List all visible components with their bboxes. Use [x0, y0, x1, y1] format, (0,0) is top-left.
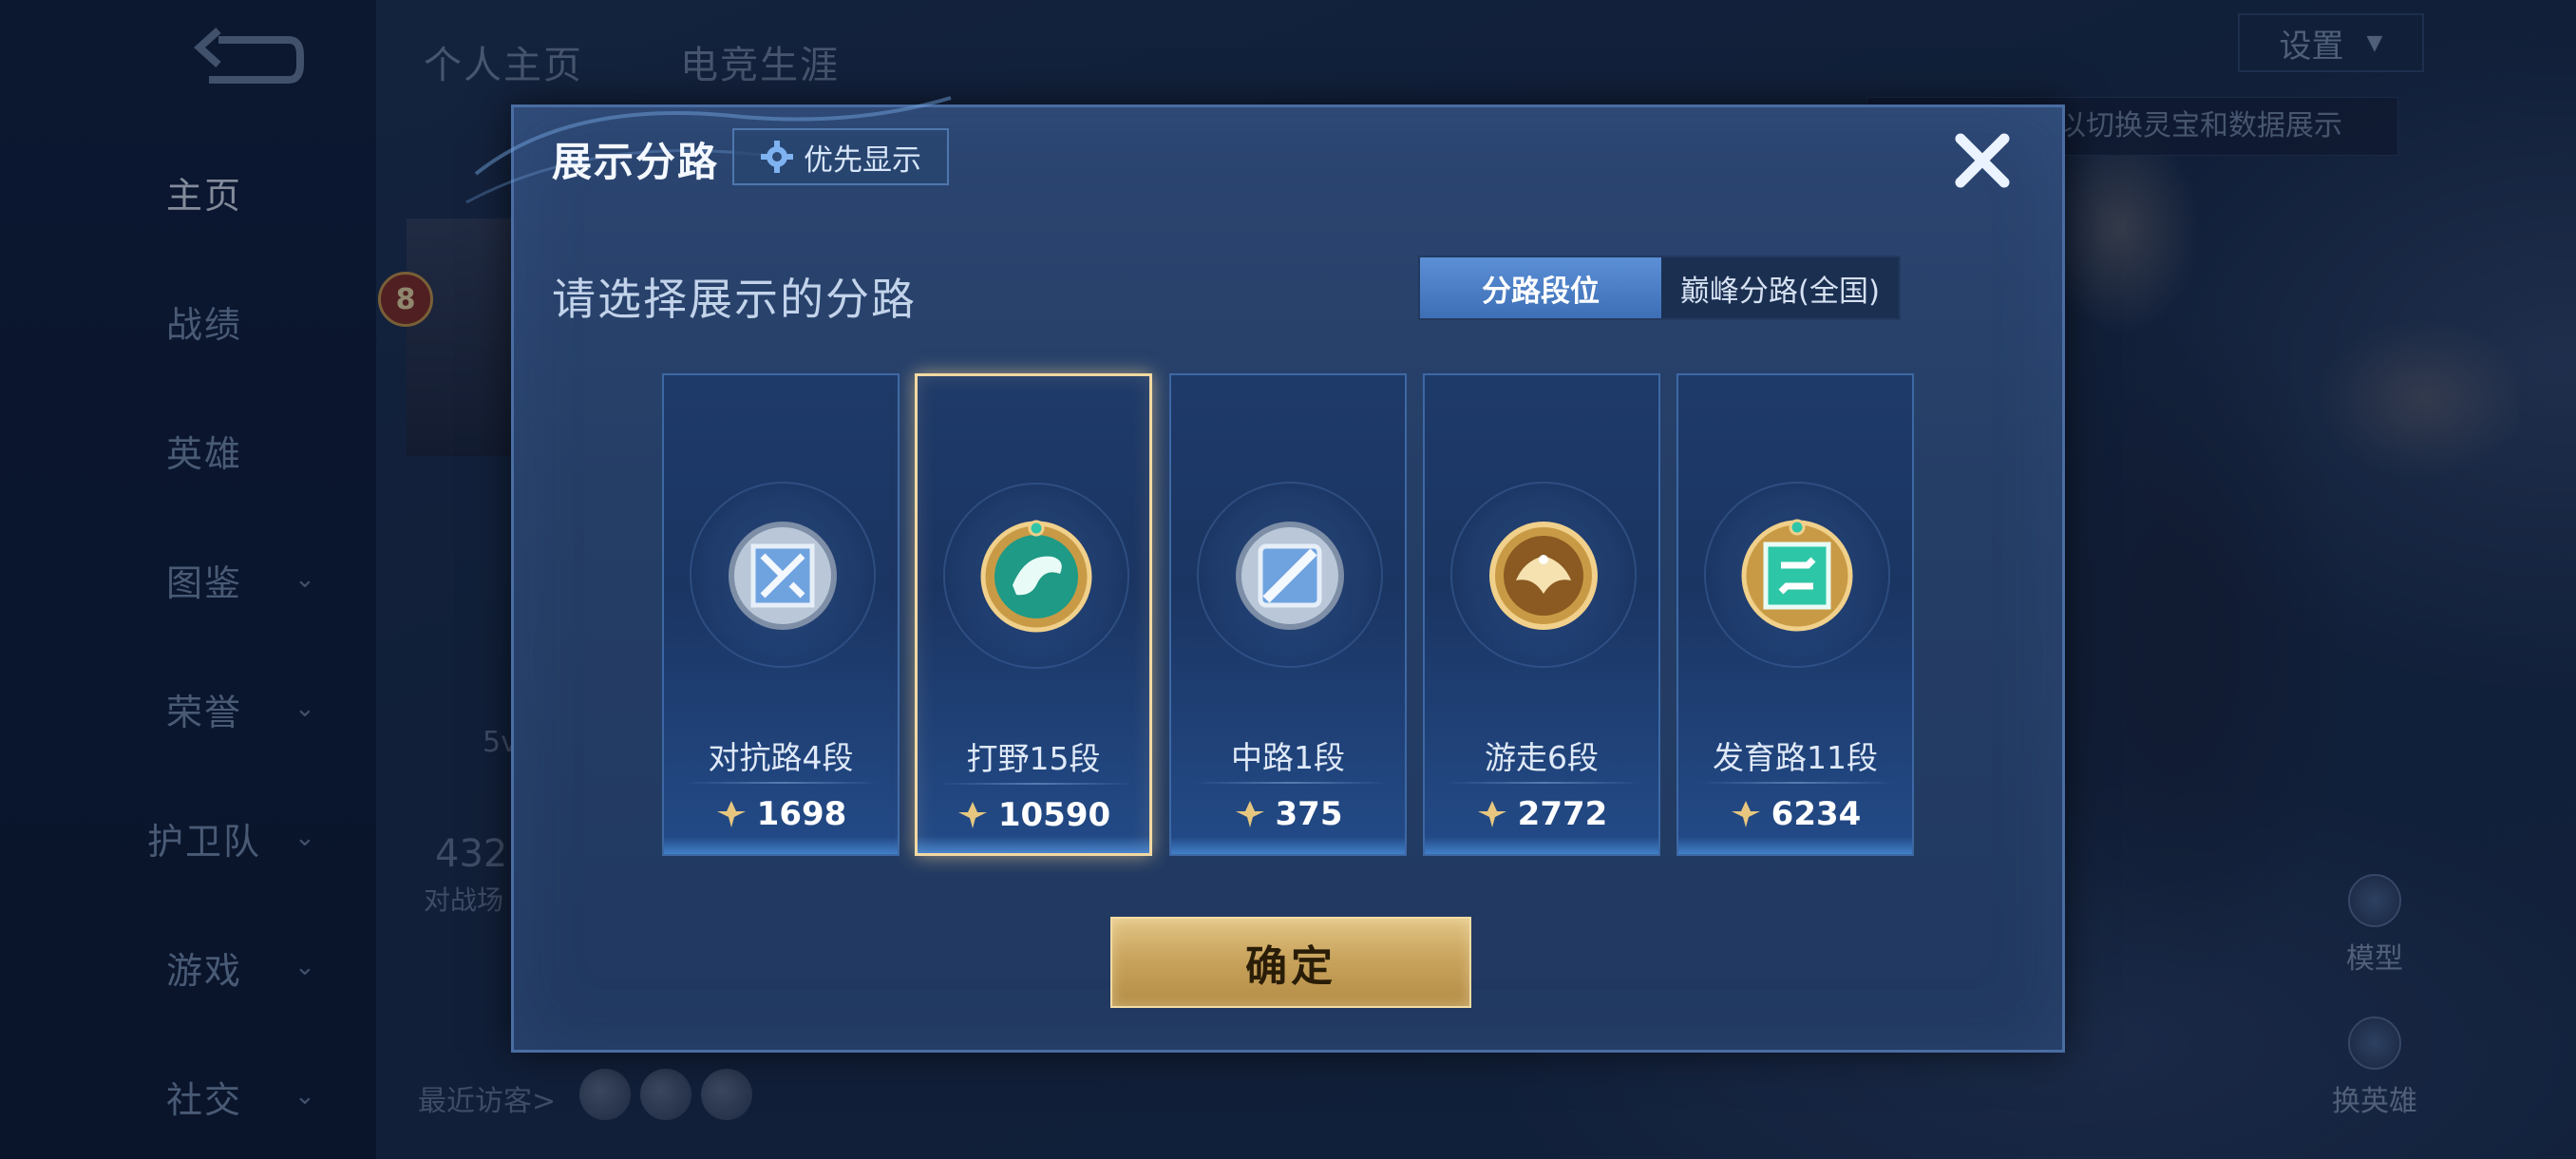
close-button[interactable] [1946, 124, 2018, 197]
lane-card-roam[interactable]: 游走6段 2772 [1423, 373, 1660, 856]
lane-score: 375 [1171, 795, 1405, 833]
card-glow [664, 837, 898, 854]
lane-score-value: 10590 [997, 796, 1111, 834]
card-glow [1425, 837, 1658, 854]
roam-wings-gold-emblem-icon [1489, 522, 1598, 630]
rank-points-icon [1477, 801, 1506, 827]
rank-points-icon [716, 801, 746, 827]
lane-card-farm[interactable]: 发育路11段 6234 [1676, 373, 1914, 856]
confirm-button[interactable]: 确定 [1110, 917, 1471, 1008]
card-glow [1171, 837, 1405, 854]
clash-lane-silver-emblem-icon [729, 522, 837, 630]
lane-name: 对抗路4段 [708, 739, 854, 776]
lane-card-jungle[interactable]: 打野15段 10590 [915, 373, 1152, 856]
lane-name: 中路1段 [1231, 739, 1345, 776]
jungle-dragon-gold-emblem-icon [980, 520, 1092, 633]
lane-score-value: 6234 [1771, 795, 1862, 833]
close-icon [1955, 133, 2010, 188]
lane-card-clash[interactable]: 对抗路4段 1698 [662, 373, 900, 856]
card-divider [1699, 782, 1895, 784]
card-divider [1192, 782, 1388, 784]
lane-score: 2772 [1425, 795, 1658, 833]
gear-icon [761, 141, 793, 173]
mid-lane-silver-emblem-icon [1236, 522, 1344, 630]
lane-score-value: 1698 [756, 795, 847, 833]
lane-name: 打野15段 [966, 740, 1101, 777]
lane-score: 10590 [918, 796, 1149, 834]
farm-lane-gold-emblem-icon [1741, 519, 1853, 632]
priority-display-label: 优先显示 [804, 142, 921, 178]
lane-name: 发育路11段 [1713, 739, 1878, 776]
rank-points-icon [957, 802, 987, 828]
card-divider [685, 782, 881, 784]
select-lane-prompt: 请选择展示的分路 [552, 274, 917, 325]
lane-score-value: 2772 [1517, 795, 1608, 833]
lane-score: 6234 [1678, 795, 1912, 833]
tab-peak-lane-national[interactable]: 巅峰分路(全国) [1661, 257, 1899, 318]
priority-display-button[interactable]: 优先显示 [732, 128, 949, 185]
card-divider [1446, 782, 1641, 784]
dialog-title: 展示分路 [552, 139, 720, 185]
card-divider [938, 783, 1134, 785]
rank-points-icon [1731, 801, 1760, 827]
lane-display-dialog: 展示分路 优先显示 请选择展示的分路 分路段位 巅峰分路(全国) 对抗路4段 1… [465, 96, 2065, 1053]
lane-score-value: 375 [1275, 795, 1343, 833]
lane-card-mid[interactable]: 中路1段 375 [1169, 373, 1407, 856]
card-glow [1678, 837, 1912, 854]
lane-mode-toggle: 分路段位 巅峰分路(全国) [1418, 256, 1901, 320]
tab-lane-rank[interactable]: 分路段位 [1420, 257, 1661, 318]
rank-points-icon [1235, 801, 1264, 827]
lane-name: 游走6段 [1485, 739, 1599, 776]
card-glow [918, 836, 1149, 853]
lane-score: 1698 [664, 795, 898, 833]
